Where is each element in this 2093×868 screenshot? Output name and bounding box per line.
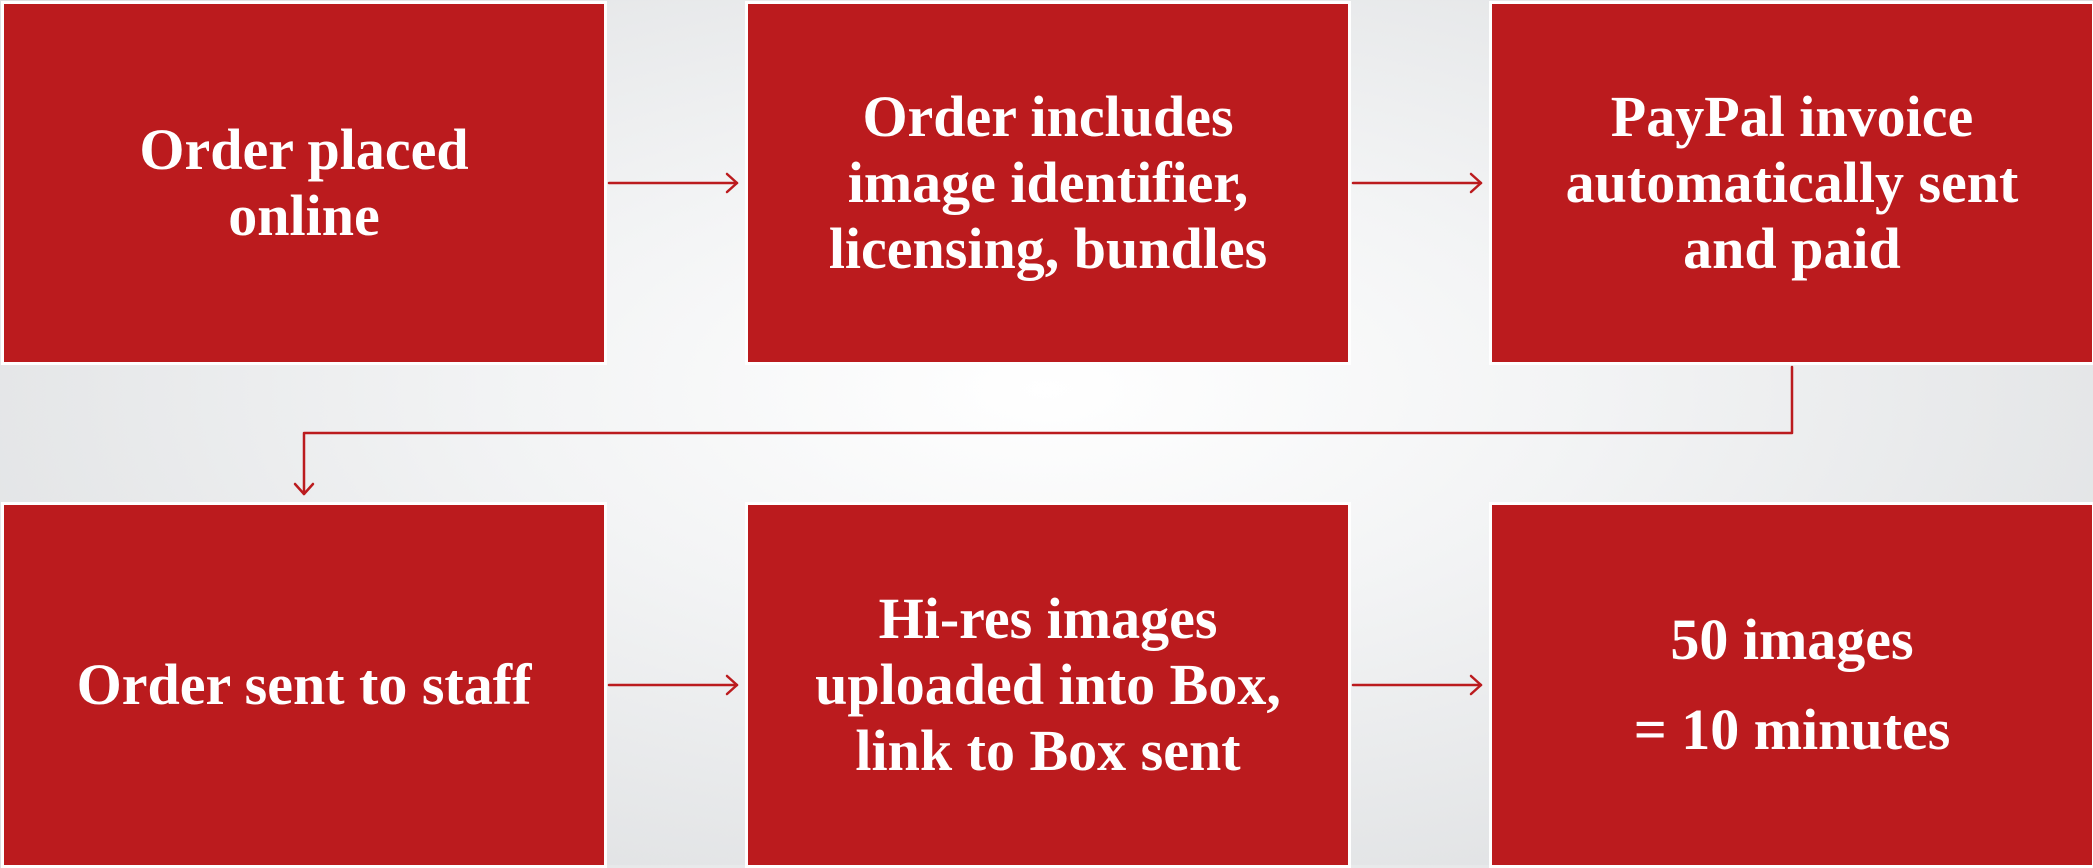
arrow-step5-to-step6 [1351, 674, 1483, 696]
arrow-step1-to-step2 [607, 172, 739, 194]
arrow-step4-to-step5 [607, 674, 739, 696]
arrow-step2-to-step3 [1351, 172, 1483, 194]
connector-layer [293, 172, 1794, 696]
arrow-step3-to-step4 [293, 365, 1794, 496]
process-flow-diagram: Order placed online Order includes image… [0, 0, 2093, 868]
